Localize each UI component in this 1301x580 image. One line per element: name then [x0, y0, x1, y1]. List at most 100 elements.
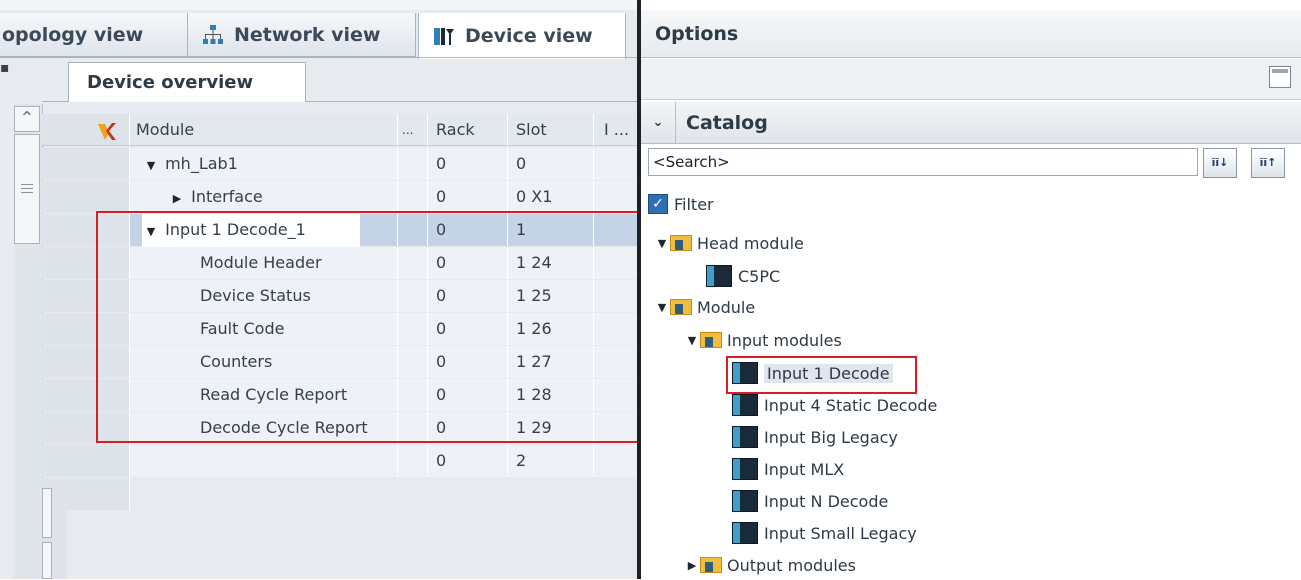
header-gutter — [42, 114, 130, 146]
tree-item-c5pc[interactable]: C5PC — [706, 261, 780, 291]
slot-cell: 0 X1 — [508, 181, 594, 213]
module-name — [130, 445, 398, 477]
top-strip — [0, 0, 638, 10]
module-icon — [732, 458, 758, 480]
header-rack[interactable]: Rack — [428, 114, 508, 146]
tab-topology-view[interactable]: opology view — [0, 13, 188, 57]
network-icon — [202, 24, 224, 46]
search-up-icon[interactable]: ĩĩ↑ — [1251, 148, 1285, 178]
catalog-title: Catalog — [686, 111, 768, 134]
device-icon — [433, 25, 455, 47]
module-name: mh_Lab1 — [165, 154, 238, 173]
tree-item-label: Input Small Legacy — [764, 523, 917, 543]
search-down-icon[interactable]: ĩĩ↓ — [1203, 148, 1237, 178]
folder-icon — [670, 235, 692, 251]
table-row[interactable]: ▼ mh_Lab1 0 0 — [42, 148, 638, 180]
module-cell: ▼ mh_Lab1 — [130, 148, 398, 180]
module-name: Interface — [191, 187, 263, 206]
slot-cell: 0 — [508, 148, 594, 180]
table-row[interactable]: 0 2 — [42, 445, 638, 477]
options-title: Options — [655, 22, 739, 45]
tree-item-label: Input Big Legacy — [764, 427, 898, 447]
scroll-up-icon[interactable]: ^ — [14, 106, 40, 132]
tree-item-label: Input MLX — [764, 459, 845, 479]
row-gutter — [42, 445, 130, 477]
collapsed-icon[interactable]: ▶ — [684, 559, 700, 572]
overview-tab-line — [42, 101, 68, 102]
tree-item-input-small-legacy[interactable]: Input Small Legacy — [732, 518, 917, 548]
tree-item-label: Head module — [697, 233, 804, 253]
chevron-down-icon[interactable]: ⌄ — [641, 101, 676, 144]
module-cell: ▶ Interface — [130, 181, 398, 213]
module-icon — [732, 490, 758, 512]
module-icon — [732, 522, 758, 544]
options-toolbar — [641, 59, 1301, 100]
rack-cell: 0 — [428, 445, 508, 477]
row-gutter — [42, 181, 130, 213]
scroll-left-icon[interactable] — [42, 488, 52, 538]
expanded-icon[interactable]: ▼ — [654, 301, 670, 314]
device-view-pane: opology view Network view Device view ▪ … — [0, 0, 638, 579]
tree-item-module[interactable]: ▼ Module — [654, 292, 755, 322]
tree-item-label: Input 4 Static Decode — [764, 395, 938, 415]
rack-cell: 0 — [428, 181, 508, 213]
tab-label: opology view — [2, 23, 144, 46]
header-module[interactable]: Module — [130, 114, 398, 146]
header-i[interactable]: I ... — [594, 114, 638, 146]
module-icon — [706, 265, 732, 287]
filter-label: Filter — [674, 194, 714, 214]
tab-label: Device view — [465, 25, 593, 47]
folder-icon — [700, 332, 722, 348]
tab-device-view[interactable]: Device view — [418, 13, 626, 59]
side-toolbar-icon[interactable]: ▪ — [0, 60, 10, 80]
scroll-right-icon[interactable] — [42, 542, 52, 579]
tab-network-view[interactable]: Network view — [188, 13, 416, 57]
tree-item-label: Module — [697, 297, 756, 317]
tab-device-overview[interactable]: Device overview — [68, 62, 306, 102]
highlight-box — [726, 356, 917, 394]
tree-item-input-n-decode[interactable]: Input N Decode — [732, 486, 888, 516]
ellipsis-cell — [398, 148, 428, 180]
folder-icon — [670, 299, 692, 315]
catalog-search-input[interactable] — [648, 148, 1198, 176]
tab-bar-divider — [0, 57, 638, 58]
tree-item-label: Output modules — [727, 555, 856, 575]
table-header: Module ... Rack Slot I ... — [42, 114, 638, 146]
tab-label: Device overview — [87, 72, 254, 93]
ellipsis-cell — [398, 445, 428, 477]
expanded-icon[interactable]: ▼ — [684, 334, 700, 347]
catalog-header[interactable]: ⌄ Catalog — [641, 101, 1301, 144]
highlight-box — [96, 211, 638, 443]
tree-item-input-4-static-decode[interactable]: Input 4 Static Decode — [732, 390, 937, 420]
tree-item-head-module[interactable]: ▼ Head module — [654, 228, 804, 258]
i-cell — [594, 181, 638, 213]
tree-item-label: C5PC — [738, 266, 781, 286]
tree-item-input-modules[interactable]: ▼ Input modules — [684, 325, 842, 355]
header-ellipsis[interactable]: ... — [398, 114, 428, 146]
slot-cell: 2 — [508, 445, 594, 477]
grip-icon: ― ― ― — [21, 177, 33, 199]
tree-item-output-modules[interactable]: ▶ Output modules — [684, 550, 856, 580]
tree-item-label: Input N Decode — [764, 491, 889, 511]
row-gutter — [42, 148, 130, 180]
filter-checkbox[interactable]: ✓ Filter — [648, 194, 714, 214]
tree-item-input-mlx[interactable]: Input MLX — [732, 454, 844, 484]
header-slot[interactable]: Slot — [508, 114, 594, 146]
expanded-icon[interactable]: ▼ — [142, 150, 160, 182]
table-row-empty — [42, 478, 638, 510]
table-row[interactable]: ▶ Interface 0 0 X1 — [42, 181, 638, 213]
tree-item-input-big-legacy[interactable]: Input Big Legacy — [732, 422, 898, 452]
ellipsis-cell — [398, 181, 428, 213]
module-icon — [732, 426, 758, 448]
window-layout-icon[interactable] — [1269, 66, 1291, 88]
folder-icon — [700, 557, 722, 573]
i-cell — [594, 148, 638, 180]
module-icon — [732, 394, 758, 416]
checkbox-checked-icon[interactable]: ✓ — [648, 194, 668, 214]
tab-label: Network view — [234, 23, 381, 46]
tree-item-label: Input modules — [727, 330, 842, 350]
options-header: Options — [641, 10, 1301, 58]
i-cell — [594, 445, 638, 477]
overview-tab-line — [306, 101, 638, 102]
expanded-icon[interactable]: ▼ — [654, 237, 670, 250]
